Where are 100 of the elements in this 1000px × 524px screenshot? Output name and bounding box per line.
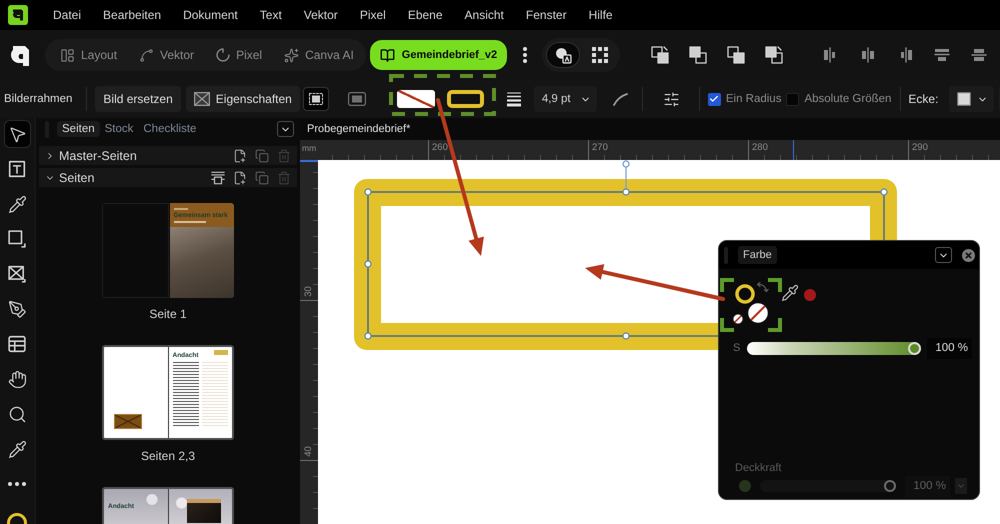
grid-icon[interactable] [592, 47, 608, 63]
align-top-icon[interactable] [934, 47, 950, 63]
view-mode-button[interactable] [546, 42, 580, 68]
ruler-unit: mm [302, 143, 316, 155]
corner-dropdown[interactable] [949, 86, 994, 112]
spread-label: Seiten 2,3 [140, 448, 196, 464]
resize-handle[interactable] [622, 188, 630, 196]
copy-icon[interactable] [255, 170, 269, 184]
ruler-label: 260 [432, 142, 448, 153]
circle-icon [216, 48, 230, 62]
properties-button[interactable]: Eigenschaften [186, 86, 300, 112]
context-title: Bilderrahmen [4, 93, 72, 105]
menu-item[interactable]: Dokument [183, 8, 238, 22]
panel-menu-button[interactable] [935, 247, 952, 263]
panel-tab[interactable]: Checkliste [138, 121, 202, 137]
spread-label: Seite 1 [149, 306, 187, 322]
fill-well-icon[interactable] [746, 302, 770, 324]
menu-item[interactable]: Datei [53, 8, 82, 22]
stroke-swatch[interactable] [446, 90, 484, 108]
section-label: Master-Seiten [59, 148, 137, 162]
resize-handle[interactable] [364, 332, 372, 340]
ruler-label: 290 [912, 142, 928, 153]
resize-handle[interactable] [880, 188, 888, 196]
persona-button[interactable]: Vektor [139, 48, 194, 62]
page-lines-icon[interactable] [211, 170, 225, 184]
panel-tab[interactable]: Seiten [57, 121, 100, 137]
more-icon[interactable] [523, 47, 528, 63]
ruler-marker [300, 160, 318, 162]
line-weights-icon [506, 92, 521, 106]
menu-item[interactable]: Fenster [526, 8, 567, 22]
persona-button[interactable]: Layout [60, 48, 118, 62]
menu-item[interactable]: Hilfe [588, 8, 613, 22]
node-path-icon [139, 48, 154, 62]
menu-item[interactable]: Vektor [304, 8, 338, 22]
pen-icon [8, 300, 26, 318]
persona-button[interactable]: Pixel [216, 48, 262, 62]
rectangle-icon [8, 230, 26, 248]
checkbox[interactable] [708, 92, 721, 106]
resize-handle[interactable] [364, 188, 372, 196]
section-header[interactable]: Master-Seiten [39, 146, 297, 165]
square-icon [957, 92, 972, 106]
menu-item[interactable]: Ansicht [464, 8, 504, 22]
reset-icon[interactable] [732, 314, 744, 324]
slider-label: S [733, 342, 742, 354]
framed-square-icon [308, 93, 323, 105]
align-center-icon[interactable] [860, 47, 876, 63]
recent-color-icon[interactable] [804, 289, 816, 301]
overlapping-squares-icon [765, 46, 784, 64]
stroke-well-icon[interactable] [735, 284, 755, 304]
ruler-label: 30 [302, 286, 314, 297]
menu-item[interactable]: Ebene [408, 8, 443, 22]
replace-image-button[interactable]: Bild ersetzen [95, 86, 181, 112]
pointer-tool[interactable] [4, 120, 30, 148]
saturation-value-field[interactable]: 100 % [927, 338, 972, 358]
app-logo-icon [10, 43, 32, 67]
pointer-icon [8, 124, 26, 144]
menu-item[interactable]: Bearbeiten [103, 8, 162, 22]
align-middle-icon[interactable] [971, 47, 988, 63]
persona-button[interactable]: Canva AI [284, 48, 354, 62]
document-button[interactable]: Gemeindebrief_v2 [370, 40, 508, 70]
book-icon [380, 48, 395, 62]
add-page-icon[interactable] [233, 170, 247, 184]
close-icon[interactable] [962, 248, 975, 262]
panel-options-button[interactable] [277, 121, 294, 137]
menu-item[interactable]: Pixel [360, 8, 386, 22]
overlapping-squares-icon [651, 46, 670, 64]
saturation-slider[interactable] [747, 342, 921, 354]
add-page-icon[interactable] [233, 148, 247, 162]
document-tab[interactable]: Probegemeindebrief* [307, 123, 410, 135]
color-dot-icon [739, 480, 751, 492]
corner-label: Ecke: [908, 92, 938, 106]
photo-placeholder [170, 227, 234, 298]
stroke-width-dropdown[interactable]: 4,9 pt [534, 86, 597, 112]
picture-frame-icon [8, 265, 26, 283]
picture-placeholder [114, 414, 142, 429]
section-label: Seiten [59, 170, 94, 184]
ruler-label: 280 [752, 142, 768, 153]
ruler-label: 270 [592, 142, 608, 153]
section-header[interactable]: Seiten [39, 168, 297, 187]
opacity-label: Deckkraft [735, 462, 782, 475]
text-frame-icon [8, 160, 26, 178]
overlapping-squares-icon [727, 46, 746, 64]
table-icon [8, 335, 26, 353]
checkbox[interactable] [786, 92, 800, 106]
sliders-icon[interactable] [662, 90, 680, 108]
panel-tab[interactable]: Stock [100, 121, 138, 137]
resize-handle[interactable] [622, 332, 630, 340]
copy-icon[interactable] [255, 148, 269, 162]
picture-frame-icon [194, 92, 210, 106]
framed-square-icon[interactable] [348, 92, 366, 106]
hand-icon [8, 370, 26, 388]
resize-handle[interactable] [364, 260, 372, 268]
ruler-label: 40 [302, 446, 314, 457]
panel-tab[interactable]: Farbe [738, 246, 777, 264]
sparkle-icon [284, 48, 300, 62]
fill-swatch[interactable] [396, 90, 435, 108]
pipette-icon[interactable] [781, 284, 799, 302]
frame-fit-button[interactable] [302, 87, 329, 111]
swap-icon[interactable] [756, 282, 769, 292]
menu-item[interactable]: Text [260, 8, 282, 22]
